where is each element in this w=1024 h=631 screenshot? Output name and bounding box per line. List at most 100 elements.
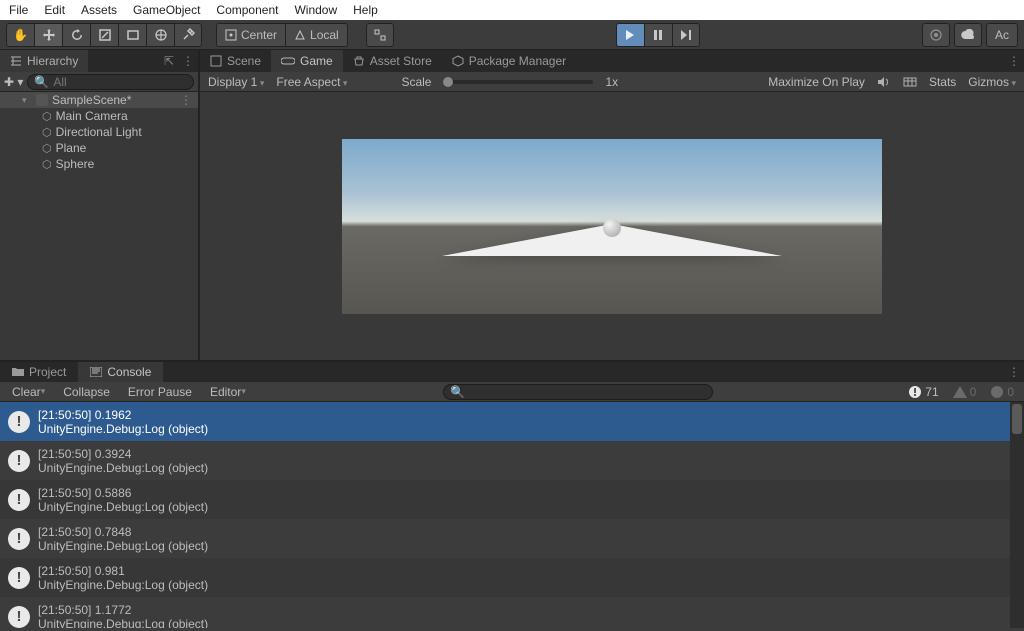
scene-name: SampleScene* [52,93,131,107]
console-search[interactable]: 🔍 [443,384,713,400]
mute-audio-icon[interactable] [877,76,891,88]
aspect-dropdown[interactable]: Free Aspect [276,75,347,89]
tab-console[interactable]: Console [78,362,163,382]
menu-component[interactable]: Component [209,0,285,20]
hierarchy-item-plane[interactable]: ⬡Plane [0,140,198,156]
log-row[interactable]: ! [21:50:50] 0.1962 UnityEngine.Debug:Lo… [0,402,1024,441]
play-button[interactable] [616,23,644,47]
scale-tool[interactable] [90,23,118,47]
log-text: [21:50:50] 0.981 UnityEngine.Debug:Log (… [38,564,208,592]
log-row[interactable]: ! [21:50:50] 0.7848 UnityEngine.Debug:Lo… [0,519,1024,558]
menu-file[interactable]: File [2,0,35,20]
hierarchy-more-icon[interactable]: ⋮ [182,54,194,68]
scale-slider[interactable] [443,80,593,84]
handle-toggle[interactable]: Local [285,23,348,47]
editor-dropdown[interactable]: Editor [202,383,254,401]
scale-value: 1x [605,75,618,89]
cloud-button[interactable] [954,23,982,47]
error-count[interactable]: 71 [902,383,944,401]
clear-button[interactable]: Clear [4,383,53,401]
pause-icon [653,29,663,41]
rotate-icon [70,28,84,42]
create-dropdown[interactable]: ✚ ▾ [4,75,23,89]
menu-window[interactable]: Window [287,0,344,20]
local-icon [294,29,306,41]
collab-button[interactable] [922,23,950,47]
console-list[interactable]: ! [21:50:50] 0.1962 UnityEngine.Debug:Lo… [0,402,1024,628]
hierarchy-icon [10,55,22,67]
hierarchy-tree: ▾ SampleScene* ⋮ ⬡Main Camera ⬡Direction… [0,92,198,360]
pivot-toggle[interactable]: Center [216,23,285,47]
rotate-tool[interactable] [62,23,90,47]
console-scrollbar[interactable] [1010,402,1024,628]
log-row[interactable]: ! [21:50:50] 0.5886 UnityEngine.Debug:Lo… [0,480,1024,519]
warning-count[interactable]: 0 [947,383,983,401]
display-dropdown[interactable]: Display 1 [208,75,264,89]
info-count[interactable]: 0 [984,383,1020,401]
log-line1: [21:50:50] 1.1772 [38,603,208,617]
account-button[interactable]: Ac [986,23,1018,47]
item-label: Main Camera [56,109,128,123]
tab-scene[interactable]: Scene [200,50,271,72]
info-icon: ! [8,489,30,511]
search-icon: 🔍 [34,75,49,89]
account-label: Ac [995,28,1009,42]
tab-package-manager[interactable]: Package Manager [442,50,576,72]
hierarchy-item-sphere[interactable]: ⬡Sphere [0,156,198,172]
menu-gameobject[interactable]: GameObject [126,0,207,20]
search-icon: 🔍 [450,385,465,399]
custom-tool[interactable] [174,23,202,47]
menu-assets[interactable]: Assets [74,0,124,20]
pause-button[interactable] [644,23,672,47]
gizmos-visibility-icon[interactable] [903,76,917,88]
step-button[interactable] [672,23,700,47]
log-text: [21:50:50] 1.1772 UnityEngine.Debug:Log … [38,603,208,629]
move-tool[interactable] [34,23,62,47]
hierarchy-item-light[interactable]: ⬡Directional Light [0,124,198,140]
play-controls [616,23,700,47]
maximize-toggle[interactable]: Maximize On Play [768,75,865,89]
transform-tool-all[interactable] [146,23,174,47]
log-line1: [21:50:50] 0.5886 [38,486,208,500]
menu-edit[interactable]: Edit [37,0,72,20]
game-view-more-icon[interactable]: ⋮ [1008,54,1020,68]
fold-icon: ▾ [22,95,32,106]
scene-menu-icon[interactable]: ⋮ [180,93,192,107]
log-text: [21:50:50] 0.3924 UnityEngine.Debug:Log … [38,447,208,475]
hierarchy-item-camera[interactable]: ⬡Main Camera [0,108,198,124]
scrollbar-thumb[interactable] [1012,404,1022,434]
hierarchy-tab[interactable]: Hierarchy [0,50,88,72]
scene-row[interactable]: ▾ SampleScene* ⋮ [0,92,198,108]
snap-toggle[interactable] [366,23,394,47]
stats-toggle[interactable]: Stats [929,75,956,89]
slider-knob[interactable] [443,77,453,87]
scale-label: Scale [401,75,431,89]
gameobject-icon: ⬡ [42,126,52,139]
scene-icon [210,55,222,67]
pivot-label: Center [241,28,277,42]
tab-game[interactable]: Game [271,50,343,72]
info-icon2 [990,385,1004,399]
error-pause-toggle[interactable]: Error Pause [120,383,200,401]
bottom-more-icon[interactable]: ⋮ [1008,365,1020,379]
tab-project[interactable]: Project [0,362,78,382]
hierarchy-search[interactable]: 🔍 All [27,74,194,90]
tab-label: Package Manager [469,54,566,68]
menu-help[interactable]: Help [346,0,385,20]
tab-asset-store[interactable]: Asset Store [343,50,442,72]
log-row[interactable]: ! [21:50:50] 0.3924 UnityEngine.Debug:Lo… [0,441,1024,480]
play-icon [625,29,635,41]
rect-tool[interactable] [118,23,146,47]
hand-tool[interactable]: ✋ [6,23,34,47]
collab-icon [929,28,943,42]
log-row[interactable]: ! [21:50:50] 0.981 UnityEngine.Debug:Log… [0,558,1024,597]
collapse-toggle[interactable]: Collapse [55,383,118,401]
log-line2: UnityEngine.Debug:Log (object) [38,617,208,629]
game-icon [281,56,295,66]
log-row[interactable]: ! [21:50:50] 1.1772 UnityEngine.Debug:Lo… [0,597,1024,628]
game-viewport[interactable] [200,92,1024,360]
grid-snap-icon [373,28,387,42]
hierarchy-popout-icon[interactable]: ⇱ [164,54,174,68]
asset-store-icon [353,55,365,67]
gizmos-dropdown[interactable]: Gizmos [968,75,1016,89]
